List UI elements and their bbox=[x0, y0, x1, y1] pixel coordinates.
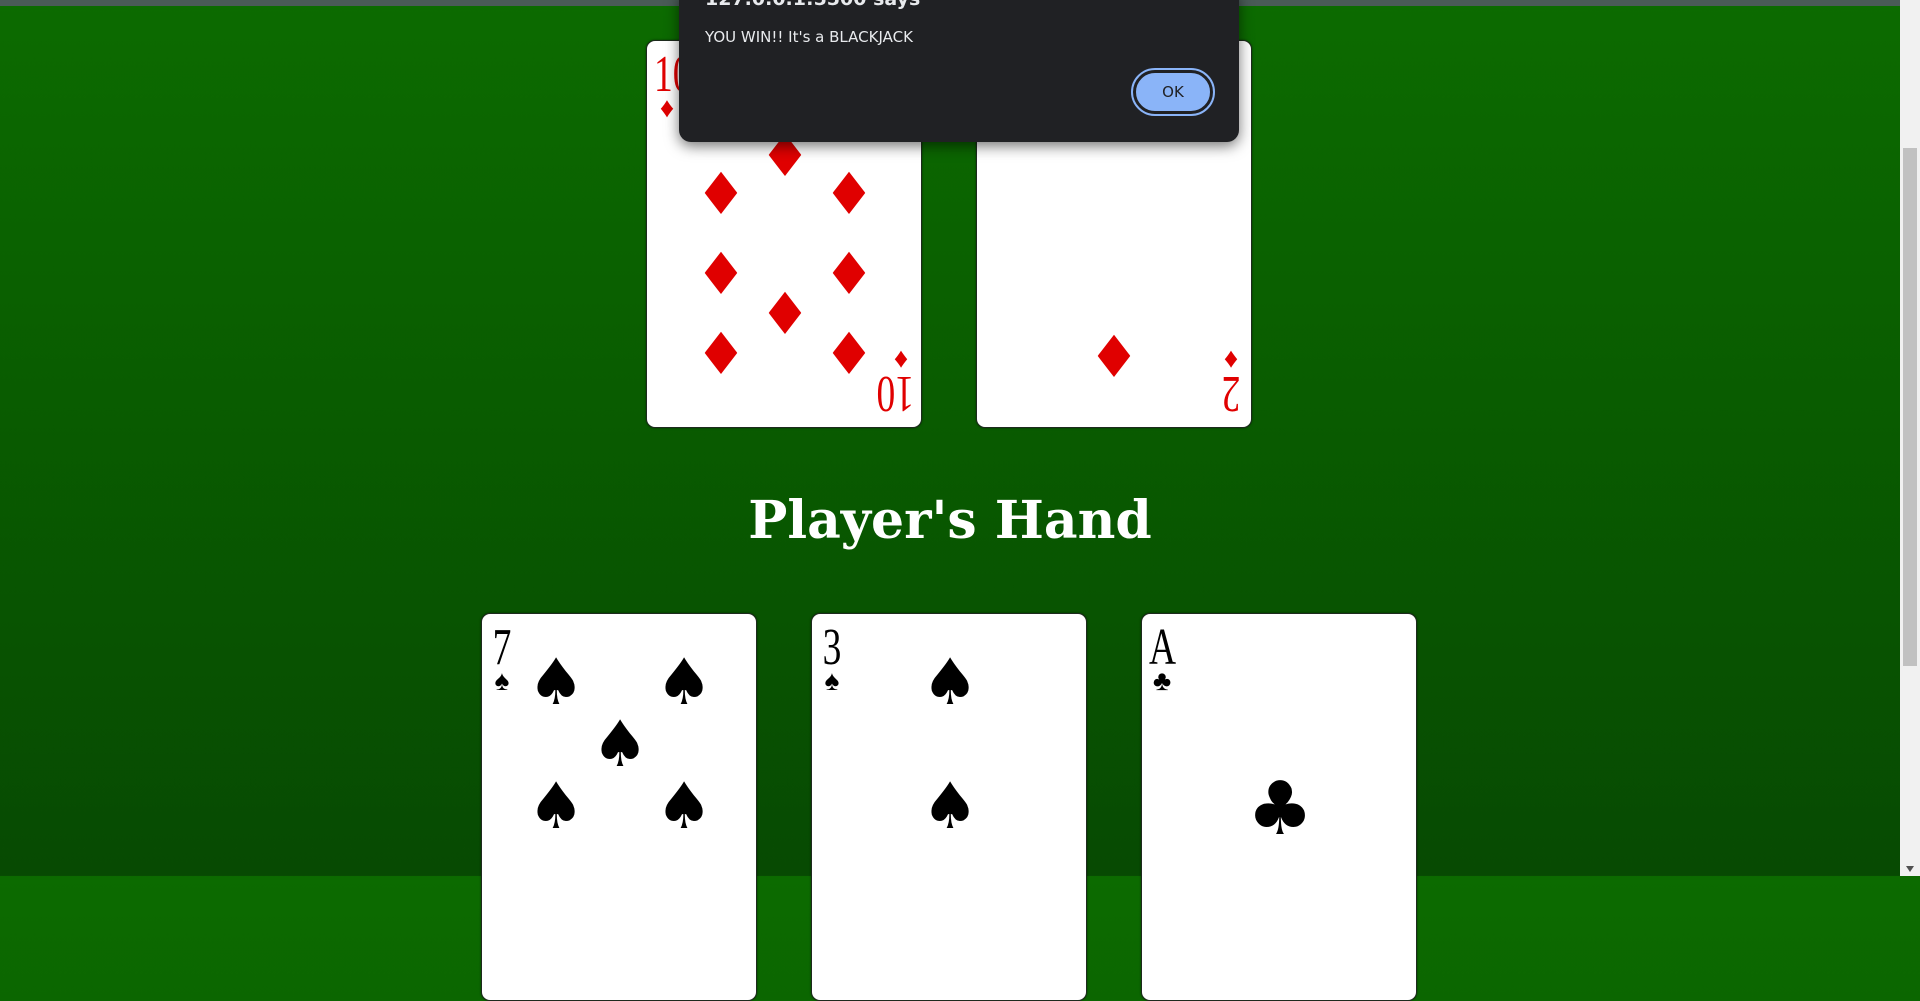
diamond-pip: ♦ bbox=[759, 280, 811, 348]
card-rank: A bbox=[1149, 619, 1177, 676]
alert-dialog: 127.0.0.1:5500 says YOU WIN!! It's a BLA… bbox=[679, 0, 1239, 142]
diamond-pip: ♦ bbox=[823, 320, 875, 388]
scrollbar[interactable] bbox=[1900, 0, 1920, 876]
diamond-pip: ♦ bbox=[695, 320, 747, 388]
player-card-1: 7 ♠ ♠ ♠ ♠ ♠ ♠ bbox=[481, 613, 757, 1001]
player-card-2: 3 ♠ ♠ ♠ bbox=[811, 613, 1087, 1001]
card-index-top: 3 ♠ bbox=[814, 622, 850, 696]
spade-pip: ♠ bbox=[921, 646, 979, 720]
card-rank: 3 bbox=[822, 619, 842, 676]
scroll-down-arrow-icon[interactable] bbox=[1906, 866, 1914, 872]
card-index-top: 7 ♠ bbox=[484, 622, 520, 696]
spade-pip: ♠ bbox=[655, 646, 713, 720]
diamond-pip: ♦ bbox=[695, 160, 747, 228]
spade-pip: ♠ bbox=[655, 770, 713, 844]
card-index-top: A ♣ bbox=[1144, 622, 1180, 696]
diamond-pip: ♦ bbox=[1088, 323, 1140, 391]
dialog-title: 127.0.0.1:5500 says bbox=[705, 0, 920, 10]
spade-pip: ♠ bbox=[921, 770, 979, 844]
ok-button[interactable]: OK bbox=[1131, 68, 1215, 116]
card-rank: 10 bbox=[654, 46, 692, 103]
scrollbar-thumb[interactable] bbox=[1903, 148, 1917, 666]
card-rank: 10 bbox=[876, 365, 914, 422]
spade-pip: ♠ bbox=[527, 770, 585, 844]
diamond-pip: ♦ bbox=[823, 240, 875, 308]
card-index-bottom: 10 ♦ bbox=[876, 344, 919, 422]
diamond-pip: ♦ bbox=[823, 160, 875, 228]
card-index-bottom: 2 ♦ bbox=[1213, 344, 1249, 422]
club-pip: ♣ bbox=[1246, 766, 1314, 852]
card-rank: 2 bbox=[1221, 365, 1241, 422]
spade-pip: ♠ bbox=[591, 708, 649, 782]
player-hand-heading: Player's Hand bbox=[748, 490, 1152, 551]
card-rank: 7 bbox=[492, 619, 512, 676]
dialog-message: YOU WIN!! It's a BLACKJACK bbox=[705, 28, 913, 46]
spade-pip: ♠ bbox=[527, 646, 585, 720]
diamond-pip: ♦ bbox=[695, 240, 747, 308]
player-card-3: A ♣ ♣ bbox=[1141, 613, 1417, 1001]
